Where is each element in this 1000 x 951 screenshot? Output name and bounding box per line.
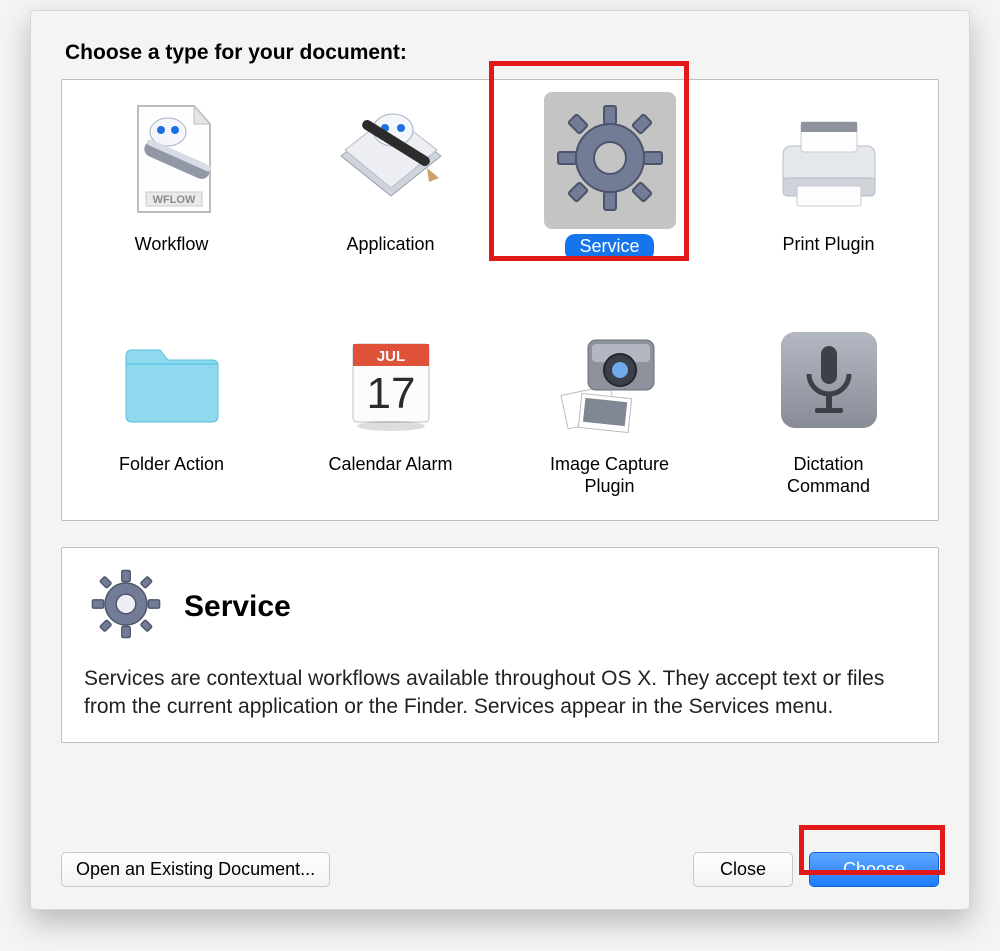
type-folder-action[interactable]: Folder Action	[62, 310, 281, 500]
type-dictation-command[interactable]: Dictation Command	[719, 310, 938, 500]
workflow-icon: WFLOW	[62, 90, 281, 230]
microphone-icon	[719, 310, 938, 450]
application-icon	[281, 90, 500, 230]
type-label: Image Capture Plugin	[500, 454, 719, 500]
svg-text:17: 17	[366, 369, 415, 418]
open-existing-document-button[interactable]: Open an Existing Document...	[61, 852, 330, 887]
type-workflow[interactable]: WFLOW Workflow	[62, 90, 281, 280]
description-title: Service	[184, 590, 291, 624]
type-label: Workflow	[62, 234, 281, 280]
type-calendar-alarm[interactable]: JUL 17 Calendar Alarm	[281, 310, 500, 500]
description-panel: Service Services are contextual workflow…	[61, 547, 939, 743]
gear-icon	[84, 562, 168, 651]
chooser-heading: Choose a type for your document:	[65, 41, 939, 65]
type-label: Folder Action	[62, 454, 281, 500]
type-print-plugin[interactable]: Print Plugin	[719, 90, 938, 280]
document-type-grid: WFLOW Workflow	[61, 79, 939, 521]
type-label: Print Plugin	[719, 234, 938, 280]
footer-buttons: Open an Existing Document... Close Choos…	[61, 852, 939, 887]
description-body: Services are contextual workflows availa…	[84, 665, 916, 720]
close-button[interactable]: Close	[693, 852, 793, 887]
document-type-chooser: Choose a type for your document: WFLOW	[30, 10, 970, 910]
type-label: Calendar Alarm	[281, 454, 500, 500]
type-label: Dictation Command	[719, 454, 938, 500]
type-image-capture-plugin[interactable]: Image Capture Plugin	[500, 310, 719, 500]
calendar-icon: JUL 17	[281, 310, 500, 450]
type-application[interactable]: Application	[281, 90, 500, 280]
gear-icon	[544, 92, 676, 229]
type-service[interactable]: Service	[500, 90, 719, 280]
choose-button[interactable]: Choose	[809, 852, 939, 887]
folder-icon	[62, 310, 281, 450]
type-label: Service	[500, 234, 719, 280]
printer-icon	[719, 90, 938, 230]
camera-icon	[500, 310, 719, 450]
svg-text:JUL: JUL	[376, 348, 404, 365]
type-label: Application	[281, 234, 500, 280]
svg-text:WFLOW: WFLOW	[152, 194, 195, 206]
